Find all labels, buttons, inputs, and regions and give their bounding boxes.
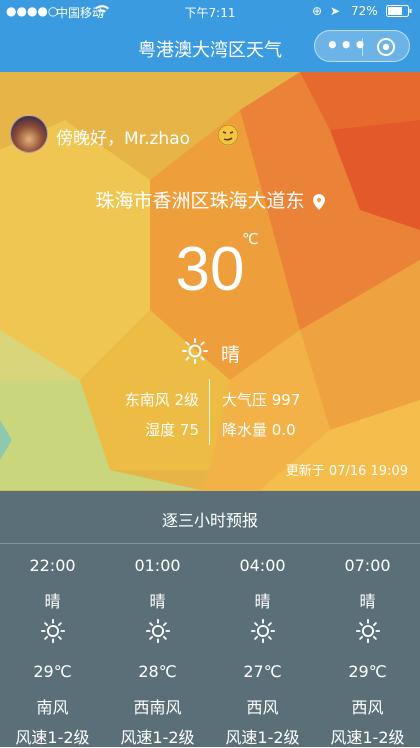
forecast-condition: 晴 — [359, 592, 376, 611]
location-label[interactable]: 珠海市香洲区珠海大道东 — [0, 186, 420, 213]
sun-icon — [355, 618, 381, 644]
forecast-wind-speed: 风速1-2级 — [15, 728, 90, 747]
smirk-emoji-icon — [217, 124, 239, 146]
location-arrow-icon: ➤ — [330, 4, 341, 18]
nav-bar: 粤港澳大湾区天气 ••• — [0, 22, 420, 72]
precipitation-info: 降水量 0.0 — [222, 421, 296, 439]
battery-label: 72% — [351, 4, 378, 18]
current-temperature: 30 — [175, 235, 245, 304]
sun-icon — [182, 338, 208, 364]
location-pin-icon — [312, 193, 325, 210]
forecast-wind-direction: 西风 — [246, 698, 279, 717]
forecast-condition: 晴 — [149, 592, 166, 611]
forecast-wind-speed: 风速1-2级 — [225, 728, 300, 747]
forecast-condition: 晴 — [44, 592, 61, 611]
forecast-temp: 29℃ — [33, 662, 72, 681]
forecast-time: 22:00 — [29, 556, 76, 575]
mini-program-capsule: ••• — [314, 30, 410, 62]
forecast-divider — [0, 543, 420, 544]
humidity-info: 湿度 75 — [145, 421, 199, 439]
forecast-wind-direction: 西南风 — [133, 698, 182, 717]
sun-icon — [40, 618, 66, 644]
forecast-wind-speed: 风速1-2级 — [120, 728, 195, 747]
forecast-temp: 29℃ — [348, 662, 387, 681]
forecast-time: 04:00 — [239, 556, 286, 575]
current-condition: 晴 — [181, 337, 261, 367]
sun-icon — [250, 618, 276, 644]
forecast-time: 07:00 — [344, 556, 391, 575]
forecast-wind-speed: 风速1-2级 — [330, 728, 405, 747]
details-left: 东南风 2级 湿度 75 — [125, 385, 199, 445]
close-target-icon[interactable] — [376, 37, 396, 57]
lock-rotation-icon: ⊕ — [312, 4, 323, 18]
updated-time: 更新于 07/16 19:09 — [285, 464, 408, 479]
forecast-panel: 逐三小时预报 22:00 晴 29℃ 南风 风速1-2级 01:00 晴 28℃… — [0, 491, 420, 747]
location-text: 珠海市香洲区珠海大道东 — [95, 190, 305, 212]
forecast-wind-direction: 西风 — [351, 698, 384, 717]
forecast-temp: 27℃ — [243, 662, 282, 681]
capsule-divider — [362, 38, 363, 56]
forecast-time: 01:00 — [134, 556, 181, 575]
forecast-wind-direction: 南风 — [36, 698, 69, 717]
status-bar: ●●●●○ 中国移动 下午7:11 ⊕ ➤ 72% — [0, 0, 420, 22]
details-divider — [209, 379, 210, 445]
forecast-temp: 28℃ — [138, 662, 177, 681]
battery-icon — [386, 5, 412, 20]
forecast-title: 逐三小时预报 — [161, 511, 258, 530]
wind-info: 东南风 2级 — [124, 391, 199, 409]
pressure-info: 大气压 997 — [222, 391, 301, 409]
details-right: 大气压 997 降水量 0.0 — [222, 385, 300, 445]
forecast-condition: 晴 — [254, 592, 271, 611]
avatar[interactable] — [10, 115, 48, 153]
more-icon[interactable]: ••• — [326, 35, 366, 55]
temperature-unit: ℃ — [242, 230, 259, 248]
greeting-text: 傍晚好，Mr.zhao — [56, 129, 191, 149]
sun-icon — [145, 618, 171, 644]
condition-text: 晴 — [221, 344, 241, 366]
